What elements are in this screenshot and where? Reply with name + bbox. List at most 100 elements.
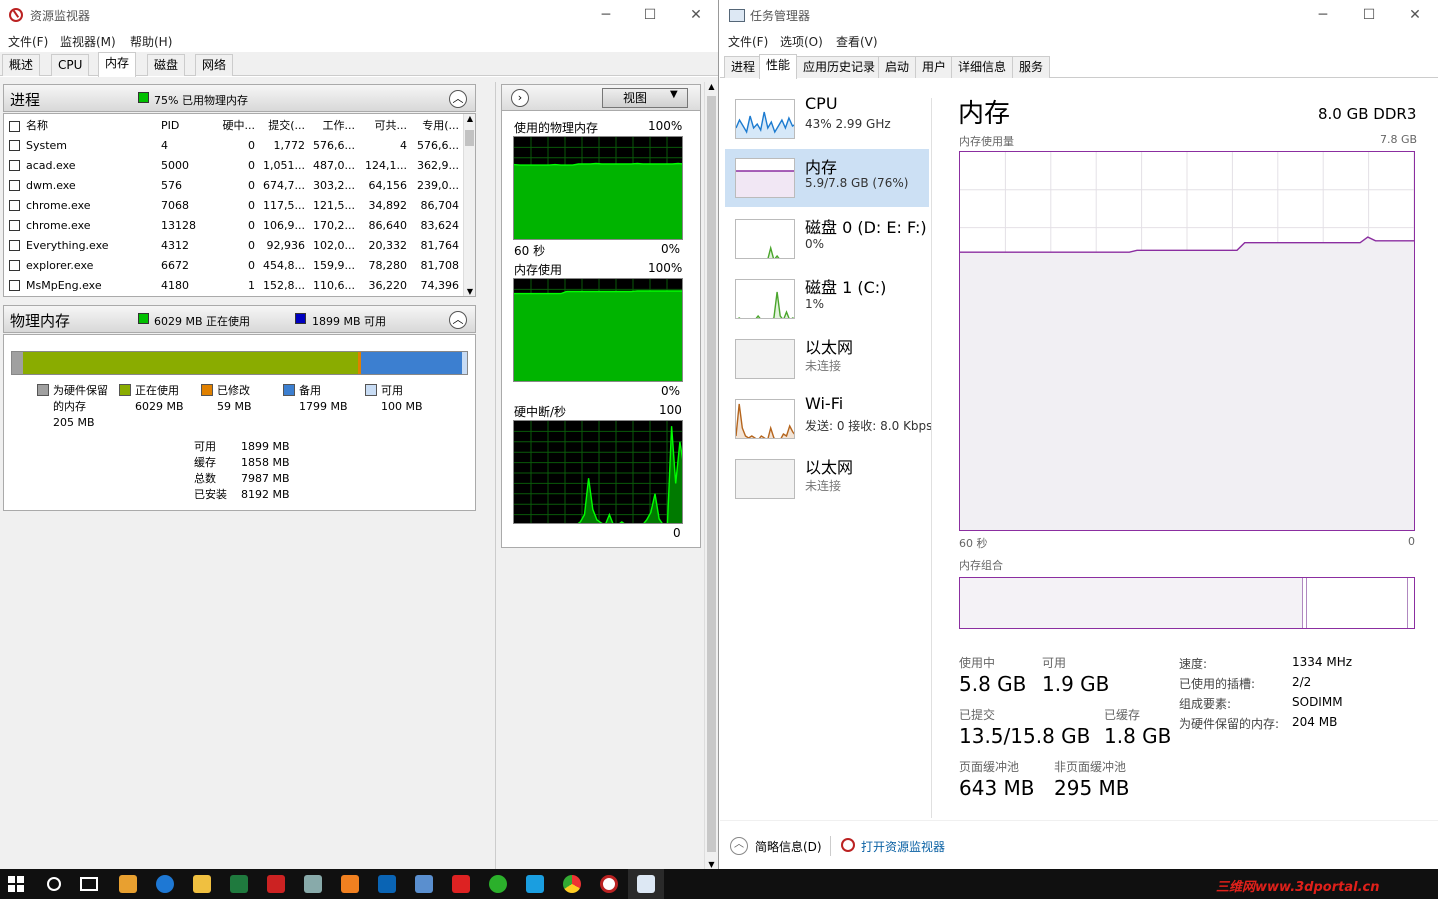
row-checkbox[interactable] bbox=[9, 260, 20, 271]
scroll-down-icon[interactable]: ▼ bbox=[705, 860, 718, 869]
tab-details[interactable]: 详细信息 bbox=[951, 56, 1014, 78]
tab-services[interactable]: 服务 bbox=[1012, 56, 1051, 78]
row-checkbox[interactable] bbox=[9, 240, 20, 251]
scroll-thumb[interactable] bbox=[707, 96, 716, 852]
open-resource-monitor-link[interactable]: 打开资源监视器 bbox=[861, 838, 945, 855]
memory-spec: 8.0 GB DDR3 bbox=[1318, 105, 1417, 123]
sidebar-item-disk1[interactable]: 磁盘 1 (C:) 1% bbox=[725, 274, 929, 332]
table-row[interactable]: explorer.exe 6672 0 454,8... 159,9... 78,280 8… bbox=[6, 255, 462, 275]
file-explorer-icon[interactable] bbox=[193, 875, 211, 893]
table-row[interactable]: dwm.exe 576 0 674,7... 303,2... 64,156 239,0..… bbox=[6, 175, 462, 195]
tab-disk[interactable]: 磁盘 bbox=[147, 54, 186, 76]
table-row[interactable]: chrome.exe 13128 0 106,9... 170,2... 86,640 83… bbox=[6, 215, 462, 235]
app-icon-9[interactable] bbox=[415, 875, 433, 893]
close-button[interactable]: ✕ bbox=[673, 5, 718, 25]
table-row[interactable]: acad.exe 5000 0 1,051... 487,0... 124,1... 362… bbox=[6, 155, 462, 175]
menu-options[interactable]: 选项(O) bbox=[780, 33, 823, 50]
column-header-shareable[interactable]: 可共... bbox=[358, 115, 410, 135]
sidebar-item-wifi[interactable]: Wi-Fi 发送: 0 接收: 8.0 Kbps bbox=[725, 394, 932, 452]
search-icon[interactable] bbox=[47, 877, 61, 891]
row-checkbox[interactable] bbox=[9, 180, 20, 191]
process-name: MsMpEng.exe bbox=[6, 275, 158, 295]
row-checkbox[interactable] bbox=[9, 280, 20, 291]
scroll-down-icon[interactable]: ▼ bbox=[464, 287, 476, 296]
physical-memory-panel: 为硬件保留 的内存 205 MB 正在使用 6029 MB 已修改 59 MB … bbox=[3, 334, 476, 511]
scrollbar[interactable]: ▲ ▼ bbox=[463, 114, 475, 296]
process-name-text: dwm.exe bbox=[26, 178, 76, 192]
tab-memory[interactable]: 内存 bbox=[98, 52, 137, 77]
column-header-name[interactable]: 名称 bbox=[6, 115, 158, 135]
expand-pane-icon[interactable]: › bbox=[511, 89, 529, 107]
outlook-icon[interactable] bbox=[378, 875, 396, 893]
table-row[interactable]: Everything.exe 4312 0 92,936 102,0... 20,332 8… bbox=[6, 235, 462, 255]
app-icon-12[interactable] bbox=[526, 875, 544, 893]
row-checkbox[interactable] bbox=[9, 160, 20, 171]
sidebar-divider[interactable] bbox=[931, 98, 932, 818]
column-header-pid[interactable]: PID bbox=[158, 115, 208, 135]
tab-users[interactable]: 用户 bbox=[915, 56, 954, 78]
app-icon-7[interactable] bbox=[341, 875, 359, 893]
select-all-checkbox[interactable] bbox=[9, 120, 20, 132]
chevron-up-icon[interactable]: ︿ bbox=[730, 837, 748, 855]
row-checkbox[interactable] bbox=[9, 140, 20, 151]
minimize-button[interactable]: ─ bbox=[1300, 5, 1346, 25]
chrome-icon[interactable] bbox=[563, 875, 581, 893]
autocad-icon[interactable] bbox=[267, 875, 285, 893]
menu-view[interactable]: 查看(V) bbox=[836, 33, 878, 50]
maximize-button[interactable]: ☐ bbox=[627, 5, 673, 25]
column-header-hard-faults[interactable]: 硬中... bbox=[208, 115, 258, 135]
row-checkbox[interactable] bbox=[9, 200, 20, 211]
column-header-working-set[interactable]: 工作... bbox=[308, 115, 358, 135]
scroll-up-icon[interactable]: ▲ bbox=[464, 114, 476, 123]
resource-monitor-taskbar-icon[interactable] bbox=[600, 875, 618, 893]
menu-help[interactable]: 帮助(H) bbox=[130, 33, 172, 50]
graph-pane-scrollbar[interactable]: ▲ ▼ bbox=[704, 82, 718, 869]
sidebar-item-memory[interactable]: 内存 5.9/7.8 GB (76%) bbox=[725, 149, 929, 207]
windows-start-icon[interactable] bbox=[8, 876, 24, 892]
task-view-icon[interactable] bbox=[80, 877, 98, 891]
pane-divider[interactable] bbox=[495, 82, 496, 869]
edge-icon[interactable] bbox=[156, 875, 174, 893]
minimize-button[interactable]: ─ bbox=[583, 5, 629, 25]
tab-overview[interactable]: 概述 bbox=[2, 54, 41, 76]
tab-processes[interactable]: 进程 bbox=[724, 56, 763, 78]
excel-icon[interactable] bbox=[230, 875, 248, 893]
close-button[interactable]: ✕ bbox=[1392, 5, 1438, 25]
tab-network[interactable]: 网络 bbox=[195, 54, 234, 76]
collapse-icon[interactable]: ︿ bbox=[449, 311, 467, 329]
row-checkbox[interactable] bbox=[9, 220, 20, 231]
column-header-private[interactable]: 专用(... bbox=[410, 115, 462, 135]
solidworks-icon[interactable] bbox=[452, 875, 470, 893]
processes-section-header[interactable]: 进程 75% 已用物理内存 ︿ bbox=[3, 84, 476, 112]
app-icon-1[interactable] bbox=[119, 875, 137, 893]
tab-cpu[interactable]: CPU bbox=[51, 54, 90, 76]
tab-startup[interactable]: 启动 bbox=[878, 56, 917, 78]
table-row[interactable]: chrome.exe 7068 0 117,5... 121,5... 34,892 86,… bbox=[6, 195, 462, 215]
sidebar-item-ethernet-2[interactable]: 以太网 未连接 bbox=[725, 454, 929, 512]
table-row[interactable]: MsMpEng.exe 4180 1 152,8... 110,6... 36,220 74… bbox=[6, 275, 462, 295]
tab-app-history[interactable]: 应用历史记录 bbox=[796, 56, 883, 78]
composition-in-use[interactable] bbox=[960, 578, 1303, 628]
process-name: acad.exe bbox=[6, 155, 158, 175]
wechat-icon[interactable] bbox=[489, 875, 507, 893]
menu-monitor[interactable]: 监视器(M) bbox=[60, 33, 116, 50]
sidebar-item-cpu[interactable]: CPU 43% 2.99 GHz bbox=[725, 94, 929, 152]
tab-performance[interactable]: 性能 bbox=[759, 54, 798, 79]
brief-info-link[interactable]: 简略信息(D) bbox=[755, 838, 822, 855]
scroll-thumb[interactable] bbox=[465, 130, 474, 146]
menu-file[interactable]: 文件(F) bbox=[8, 33, 48, 50]
scroll-up-icon[interactable]: ▲ bbox=[705, 82, 718, 91]
maximize-button[interactable]: ☐ bbox=[1346, 5, 1392, 25]
physical-memory-section-header[interactable]: 物理内存 6029 MB 正在使用 1899 MB 可用 ︿ bbox=[3, 305, 476, 333]
collapse-icon[interactable]: ︿ bbox=[449, 90, 467, 108]
column-header-commit[interactable]: 提交(... bbox=[258, 115, 308, 135]
task-manager-taskbar-button[interactable] bbox=[628, 869, 664, 899]
menu-file[interactable]: 文件(F) bbox=[728, 33, 768, 50]
app-icon-6[interactable] bbox=[304, 875, 322, 893]
table-row[interactable]: System 4 0 1,772 576,6... 4 576,6... bbox=[6, 135, 462, 155]
sidebar-item-ethernet[interactable]: 以太网 未连接 bbox=[725, 334, 929, 392]
composition-standby[interactable] bbox=[1307, 578, 1408, 628]
composition-free[interactable] bbox=[1408, 578, 1414, 628]
chevron-down-icon[interactable]: ▼ bbox=[670, 89, 678, 100]
sidebar-item-disk0[interactable]: 磁盘 0 (D: E: F:) 0% bbox=[725, 214, 929, 272]
